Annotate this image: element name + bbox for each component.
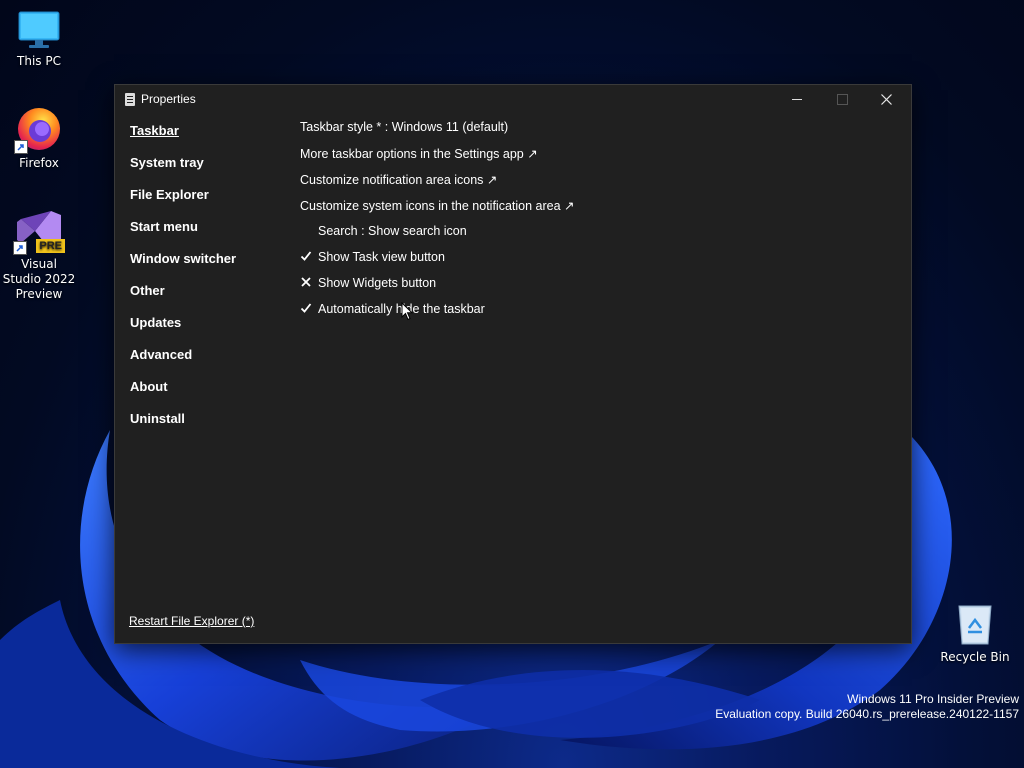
properties-window: Properties Taskbar System tray File Expl… xyxy=(114,84,912,644)
nav-item-updates[interactable]: Updates xyxy=(130,315,181,330)
setting-label: Customize notification area icons ↗ xyxy=(300,173,498,187)
pre-badge: PRE xyxy=(36,239,65,253)
nav-item-system-tray[interactable]: System tray xyxy=(130,155,204,170)
monitor-icon xyxy=(17,10,61,50)
setting-label: Show Task view button xyxy=(318,250,445,264)
shortcut-arrow-icon xyxy=(13,241,27,255)
desktop-icon-firefox[interactable]: Firefox xyxy=(1,106,77,171)
nav-item-about[interactable]: About xyxy=(130,379,168,394)
checkmark-icon xyxy=(300,250,314,265)
desktop-icon-this-pc[interactable]: This PC xyxy=(1,10,77,69)
desktop-icon-recycle-bin[interactable]: Recycle Bin xyxy=(937,602,1013,665)
maximize-button[interactable] xyxy=(819,85,864,115)
nav-item-advanced[interactable]: Advanced xyxy=(130,347,192,362)
setting-label: Taskbar style * : Windows 11 (default) xyxy=(300,120,509,134)
watermark-line-2: Evaluation copy. Build 26040.rs_prerelea… xyxy=(715,707,1019,721)
title-bar[interactable]: Properties xyxy=(115,85,911,115)
window-title: Properties xyxy=(141,92,196,106)
close-button[interactable] xyxy=(864,85,909,115)
setting-label: Search : Show search icon xyxy=(318,224,467,238)
desktop-icon-label: Firefox xyxy=(19,156,59,170)
firefox-icon xyxy=(14,106,62,154)
minimize-button[interactable] xyxy=(774,85,819,115)
desktop-icon-label: Recycle Bin xyxy=(940,650,1010,664)
visual-studio-icon: PRE xyxy=(13,205,65,255)
desktop-icon-visual-studio[interactable]: PRE Visual Studio 2022 Preview xyxy=(1,205,77,302)
desktop-icon-label: This PC xyxy=(17,54,61,68)
recycle-bin-icon xyxy=(955,602,995,646)
checkmark-icon xyxy=(300,302,314,317)
close-icon xyxy=(881,94,892,105)
os-watermark: Windows 11 Pro Insider Preview Evaluatio… xyxy=(715,692,1019,722)
nav-item-file-explorer[interactable]: File Explorer xyxy=(130,187,209,202)
watermark-line-1: Windows 11 Pro Insider Preview xyxy=(847,692,1019,706)
mouse-cursor-icon xyxy=(401,302,413,321)
setting-label: Customize system icons in the notificati… xyxy=(300,199,575,213)
setting-label: Show Widgets button xyxy=(318,276,437,290)
shortcut-arrow-icon xyxy=(14,140,28,154)
desktop-icon-label: Visual Studio 2022 Preview xyxy=(2,257,76,301)
cross-icon xyxy=(300,276,314,291)
nav-item-start-menu[interactable]: Start menu xyxy=(130,219,198,234)
app-icon xyxy=(125,93,135,106)
nav-item-uninstall[interactable]: Uninstall xyxy=(130,411,185,426)
nav-item-taskbar[interactable]: Taskbar xyxy=(130,123,179,138)
restart-file-explorer-link[interactable]: Restart File Explorer (*) xyxy=(129,614,254,628)
nav-item-other[interactable]: Other xyxy=(130,283,165,298)
nav-item-window-switcher[interactable]: Window switcher xyxy=(130,251,236,266)
setting-label: More taskbar options in the Settings app… xyxy=(300,147,538,161)
